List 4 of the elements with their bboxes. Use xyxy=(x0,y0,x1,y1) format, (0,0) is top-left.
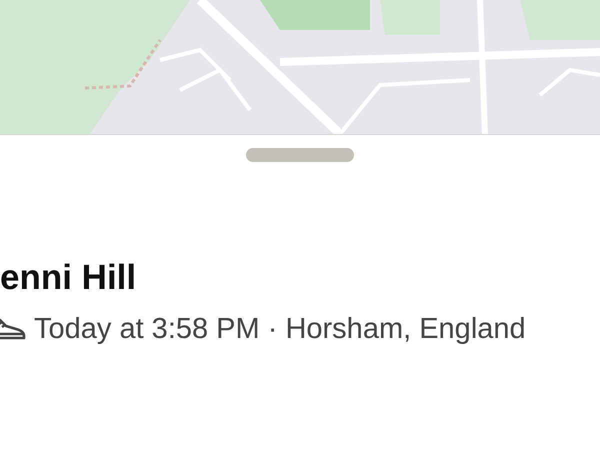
activity-time-location: Today at 3:58 PM · Horsham, England xyxy=(34,312,526,347)
drag-handle[interactable] xyxy=(246,148,354,162)
athlete-name: enni Hill xyxy=(0,257,138,299)
shoe-icon xyxy=(0,316,26,342)
